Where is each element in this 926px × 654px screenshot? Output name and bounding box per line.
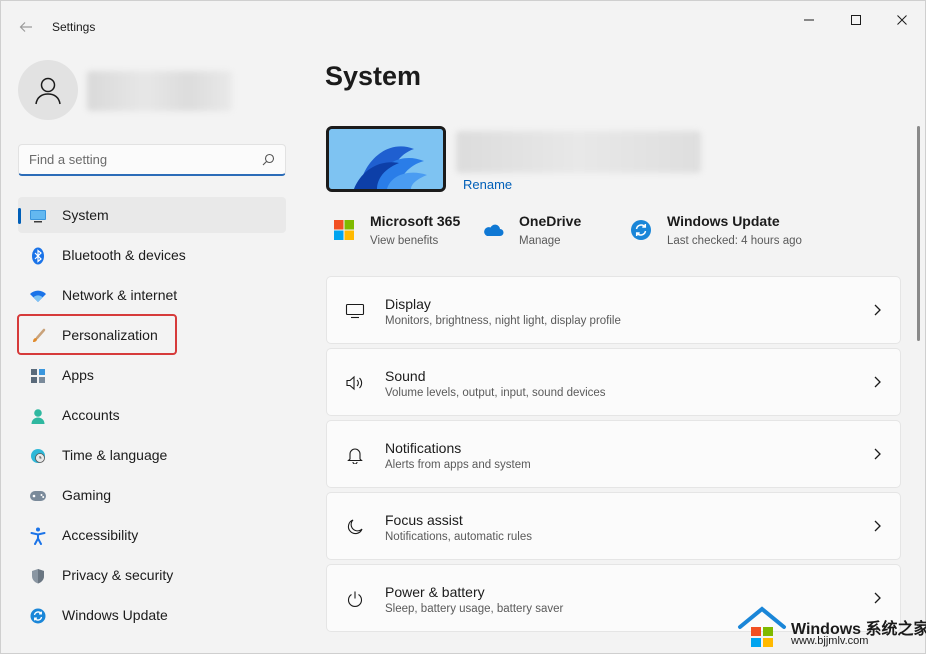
settings-card-list: Display Monitors, brightness, night ligh…	[326, 276, 901, 636]
card-subtitle: Monitors, brightness, night light, displ…	[385, 315, 621, 327]
monitor-icon	[28, 206, 48, 226]
card-notifications[interactable]: Notifications Alerts from apps and syste…	[326, 420, 901, 488]
sidebar-item-label: Gaming	[62, 487, 112, 503]
device-wallpaper-thumbnail	[326, 126, 446, 192]
title-bar: Settings	[1, 1, 926, 51]
quick-link-subtitle: View benefits	[370, 235, 439, 247]
back-button[interactable]	[11, 13, 41, 41]
sidebar-item-label: Network & internet	[62, 287, 178, 303]
person-icon	[28, 406, 48, 426]
sidebar-item-label: Privacy & security	[62, 567, 174, 583]
quick-link-title: OneDrive	[519, 213, 582, 229]
minimize-icon	[804, 19, 814, 21]
sidebar-item-gaming[interactable]: Gaming	[18, 477, 286, 513]
quick-link-subtitle: Last checked: 4 hours ago	[667, 235, 802, 247]
sidebar-item-bluetooth-devices[interactable]: Bluetooth & devices	[18, 237, 286, 273]
sidebar-item-accessibility[interactable]: Accessibility	[18, 517, 286, 553]
display-icon	[344, 300, 366, 322]
apps-icon	[28, 366, 48, 386]
person-icon	[35, 77, 61, 105]
bell-icon	[344, 444, 366, 466]
sidebar-item-windows-update[interactable]: Windows Update	[18, 597, 286, 633]
card-subtitle: Volume levels, output, input, sound devi…	[385, 387, 606, 399]
app-title: Settings	[52, 20, 96, 34]
maximize-button[interactable]	[836, 7, 876, 33]
moon-icon	[344, 516, 366, 538]
sidebar-nav: System Bluetooth & devices Network & int…	[18, 197, 286, 637]
accessibility-icon	[28, 526, 48, 546]
microsoft-logo-icon	[334, 220, 354, 240]
sidebar-item-label: Time & language	[62, 447, 168, 463]
wifi-icon	[28, 286, 48, 306]
sidebar-item-label: Accessibility	[62, 527, 139, 543]
wallpaper-bloom-image	[329, 129, 443, 189]
chevron-right-icon	[874, 304, 881, 316]
quick-link-title: Microsoft 365	[370, 213, 461, 229]
quick-link-title: Windows Update	[667, 213, 780, 229]
blurred-username	[87, 71, 232, 111]
card-subtitle: Alerts from apps and system	[385, 459, 531, 471]
sidebar-item-accounts[interactable]: Accounts	[18, 397, 286, 433]
chevron-right-icon	[874, 376, 881, 388]
page-title: System	[325, 61, 422, 91]
sidebar-item-label: Windows Update	[62, 607, 168, 623]
update-icon	[631, 220, 651, 240]
card-subtitle: Notifications, automatic rules	[385, 531, 533, 543]
search-box[interactable]	[18, 144, 286, 176]
windows-house-logo-icon	[738, 606, 786, 647]
sidebar-item-personalization[interactable]: Personalization	[18, 317, 286, 353]
onedrive-cloud-icon	[484, 224, 504, 236]
close-icon	[897, 15, 907, 25]
sidebar-item-label: Accounts	[62, 407, 120, 423]
card-title: Notifications	[385, 440, 462, 456]
minimize-button[interactable]	[789, 7, 829, 33]
close-button[interactable]	[882, 7, 922, 33]
card-display[interactable]: Display Monitors, brightness, night ligh…	[326, 276, 901, 344]
avatar[interactable]	[18, 60, 78, 120]
sidebar-item-system[interactable]: System	[18, 197, 286, 233]
quick-link-subtitle: Manage	[519, 235, 561, 247]
speaker-icon	[344, 372, 366, 394]
sidebar-item-label: Apps	[62, 367, 94, 383]
update-icon	[28, 606, 48, 626]
active-indicator	[18, 208, 21, 224]
sidebar-item-privacy-security[interactable]: Privacy & security	[18, 557, 286, 593]
chevron-right-icon	[874, 448, 881, 460]
chevron-right-icon	[874, 520, 881, 532]
maximize-icon	[851, 15, 861, 25]
card-focus-assist[interactable]: Focus assist Notifications, automatic ru…	[326, 492, 901, 560]
watermark: Windows 系统之家 www.bjjmlv.com	[733, 603, 926, 654]
card-sound[interactable]: Sound Volume levels, output, input, soun…	[326, 348, 901, 416]
sidebar-item-apps[interactable]: Apps	[18, 357, 286, 393]
bluetooth-icon	[28, 246, 48, 266]
search-input[interactable]	[19, 145, 255, 174]
blurred-device-name	[456, 131, 701, 173]
sidebar-item-label: Personalization	[62, 327, 158, 343]
sidebar-item-label: Bluetooth & devices	[62, 247, 186, 263]
back-arrow-icon	[19, 22, 32, 32]
sidebar-item-network-internet[interactable]: Network & internet	[18, 277, 286, 313]
gamepad-icon	[28, 486, 48, 506]
card-title: Power & battery	[385, 584, 485, 600]
search-icon	[262, 153, 275, 166]
shield-icon	[28, 566, 48, 586]
card-subtitle: Sleep, battery usage, battery saver	[385, 603, 564, 615]
card-title: Display	[385, 296, 431, 312]
sidebar-item-time-language[interactable]: Time & language	[18, 437, 286, 473]
globe-clock-icon	[28, 446, 48, 466]
power-icon	[344, 588, 366, 610]
watermark-url: www.bjjmlv.com	[791, 635, 869, 647]
rename-link[interactable]: Rename	[463, 177, 512, 192]
brush-icon	[28, 326, 48, 346]
card-title: Sound	[385, 368, 426, 384]
sidebar-item-label: System	[62, 207, 109, 223]
settings-window: Settings System Bluet	[0, 0, 926, 654]
card-title: Focus assist	[385, 512, 463, 528]
scrollbar[interactable]	[917, 126, 920, 341]
